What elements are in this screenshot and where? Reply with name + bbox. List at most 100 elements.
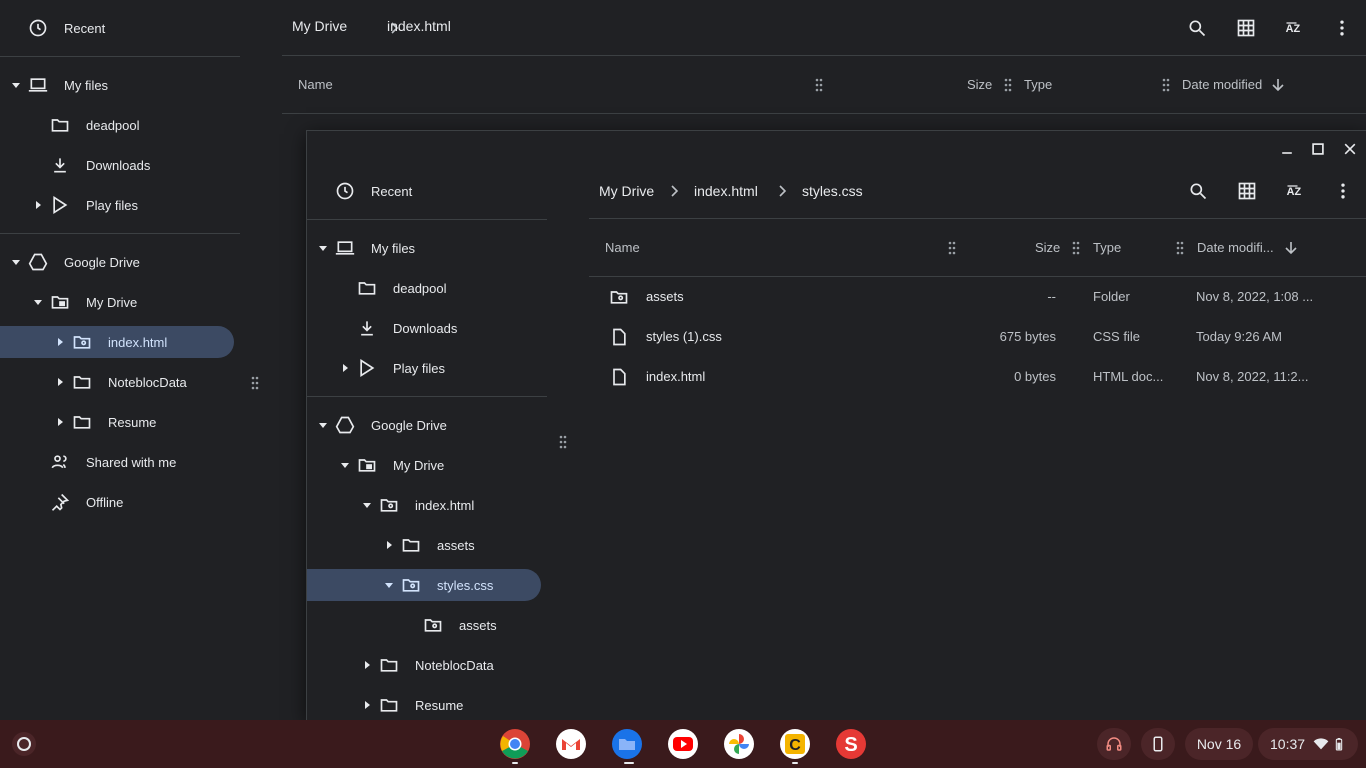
bg-sidebar-item-index-html[interactable]: index.html (0, 326, 234, 358)
column-type[interactable]: Type (1024, 77, 1052, 92)
file-icon (609, 327, 629, 347)
column-resize-handle[interactable] (1004, 78, 1012, 92)
breadcrumb-my-drive[interactable]: My Drive (599, 183, 654, 199)
caret-right-icon[interactable] (55, 337, 65, 347)
sidebar-item-my-drive[interactable]: My Drive (307, 449, 547, 481)
phone-hub-icon[interactable] (1141, 728, 1175, 760)
download-icon (50, 155, 70, 175)
breadcrumb-styles-css[interactable]: styles.css (802, 183, 863, 199)
bg-sidebar-item-resume[interactable]: Resume (0, 406, 240, 438)
caret-right-icon[interactable] (362, 700, 372, 710)
chrome-icon[interactable] (499, 728, 531, 760)
caret-down-icon[interactable] (384, 580, 394, 590)
bg-sidebar-item-google-drive[interactable]: Google Drive (0, 246, 240, 278)
launcher-icon[interactable] (10, 730, 38, 758)
sidebar-item-styles-css[interactable]: styles.css (307, 569, 541, 601)
caret-down-icon[interactable] (318, 420, 328, 430)
gmail-icon[interactable] (555, 728, 587, 760)
close-icon[interactable] (1340, 139, 1360, 159)
caret-right-icon[interactable] (55, 377, 65, 387)
maximize-icon[interactable] (1308, 139, 1328, 159)
download-icon (357, 318, 377, 338)
caret-right-icon[interactable] (362, 660, 372, 670)
sidebar-item-deadpool[interactable]: deadpool (307, 272, 547, 304)
bg-sidebar-item-notebloc[interactable]: NoteblocData (0, 366, 240, 398)
breadcrumb-index-html[interactable]: index.html (387, 18, 451, 34)
caret-down-icon[interactable] (11, 257, 21, 267)
caret-down-icon[interactable] (340, 460, 350, 470)
search-icon[interactable] (1186, 179, 1210, 203)
sidebar-item-downloads[interactable]: Downloads (307, 312, 547, 344)
headphones-icon[interactable] (1097, 728, 1131, 760)
caret-down-icon[interactable] (11, 80, 21, 90)
sidebar-item-google-drive[interactable]: Google Drive (307, 409, 547, 441)
bg-sidebar-item-my-files[interactable]: My files (0, 69, 240, 101)
youtube-icon[interactable] (667, 728, 699, 760)
divider (307, 219, 547, 220)
svg-text:S: S (844, 734, 857, 756)
date-tray[interactable]: Nov 16 (1185, 728, 1253, 760)
s-app-icon[interactable]: S (835, 728, 867, 760)
column-resize-handle[interactable] (1162, 78, 1170, 92)
sort-az-icon[interactable]: AZ (1283, 179, 1307, 203)
sort-az-icon[interactable]: AZ (1282, 16, 1306, 40)
column-resize-handle[interactable] (1072, 241, 1080, 255)
bg-sidebar-item-downloads[interactable]: Downloads (0, 149, 240, 181)
battery-icon (1335, 736, 1343, 752)
bg-column-header: Name Size Type Date modified (282, 56, 1366, 114)
bg-sidebar-item-deadpool[interactable]: deadpool (0, 109, 240, 141)
column-size[interactable]: Size (1035, 240, 1060, 255)
caret-right-icon[interactable] (55, 417, 65, 427)
drive-folder-icon (357, 455, 377, 475)
files-app-icon[interactable] (611, 728, 643, 760)
shared-folder-icon (609, 287, 629, 307)
sidebar-resize-handle[interactable] (559, 435, 567, 449)
sidebar-item-resume[interactable]: Resume (307, 689, 547, 720)
bg-sidebar-item-shared[interactable]: Shared with me (0, 446, 240, 478)
search-icon[interactable] (1185, 16, 1209, 40)
bg-sidebar-item-recent[interactable]: Recent (0, 12, 240, 44)
column-date[interactable]: Date modified (1182, 77, 1262, 92)
breadcrumb-index-html[interactable]: index.html (694, 183, 758, 199)
photos-icon[interactable] (723, 728, 755, 760)
sidebar-item-assets-child[interactable]: assets (307, 609, 547, 641)
caret-down-icon[interactable] (318, 243, 328, 253)
grid-view-icon[interactable] (1235, 179, 1259, 203)
sidebar-item-play-files[interactable]: Play files (307, 352, 547, 384)
column-name[interactable]: Name (605, 240, 640, 255)
svg-text:C: C (789, 737, 801, 754)
breadcrumb-my-drive[interactable]: My Drive (292, 18, 347, 34)
bg-sidebar-item-play-files[interactable]: Play files (0, 189, 240, 221)
sidebar-item-my-files[interactable]: My files (307, 232, 547, 264)
more-vert-icon[interactable] (1331, 179, 1355, 203)
caret-down-icon[interactable] (362, 500, 372, 510)
grid-view-icon[interactable] (1234, 16, 1258, 40)
caret-down-icon[interactable] (33, 297, 43, 307)
file-row[interactable]: styles (1).css 675 bytes CSS file Today … (589, 317, 1366, 357)
more-vert-icon[interactable] (1330, 16, 1354, 40)
bg-sidebar-item-offline[interactable]: Offline (0, 486, 240, 518)
caret-right-icon[interactable] (340, 363, 350, 373)
c-app-icon[interactable]: C (779, 728, 811, 760)
clock-icon (335, 181, 355, 201)
file-row[interactable]: assets -- Folder Nov 8, 2022, 1:08 ... (589, 277, 1366, 317)
column-size[interactable]: Size (967, 77, 992, 92)
sidebar-item-index-html[interactable]: index.html (307, 489, 547, 521)
shared-folder-icon (379, 495, 399, 515)
status-tray[interactable]: 10:37 (1258, 728, 1358, 760)
column-resize-handle[interactable] (815, 78, 823, 92)
column-type[interactable]: Type (1093, 240, 1121, 255)
column-resize-handle[interactable] (1176, 241, 1184, 255)
caret-right-icon[interactable] (33, 200, 43, 210)
minimize-icon[interactable] (1277, 139, 1297, 159)
caret-right-icon[interactable] (384, 540, 394, 550)
column-date[interactable]: Date modifi... (1197, 240, 1274, 255)
sidebar-item-recent[interactable]: Recent (307, 175, 547, 207)
column-resize-handle[interactable] (948, 241, 956, 255)
sidebar-resize-handle[interactable] (251, 376, 259, 390)
sidebar-item-assets[interactable]: assets (307, 529, 547, 561)
file-row[interactable]: index.html 0 bytes HTML doc... Nov 8, 20… (589, 357, 1366, 397)
column-name[interactable]: Name (298, 77, 333, 92)
sidebar-item-notebloc[interactable]: NoteblocData (307, 649, 547, 681)
bg-sidebar-item-my-drive[interactable]: My Drive (0, 286, 240, 318)
